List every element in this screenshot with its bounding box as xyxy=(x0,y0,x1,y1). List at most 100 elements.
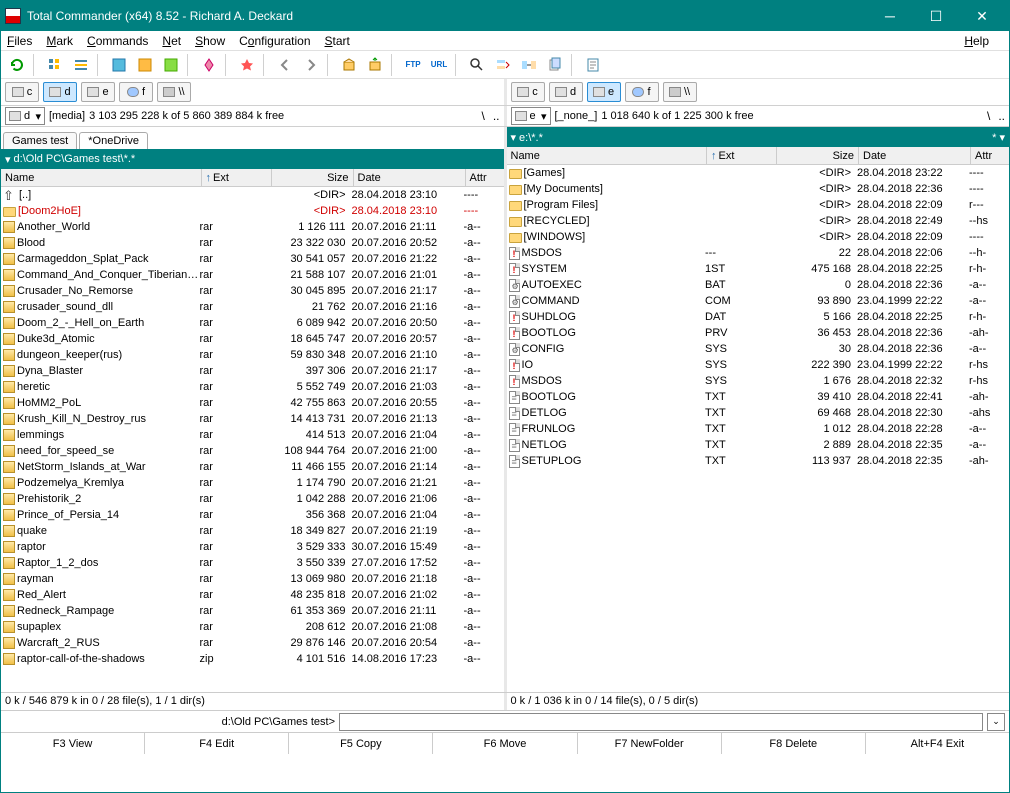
menu-commands[interactable]: Commands xyxy=(87,34,148,48)
col-size[interactable]: Size xyxy=(777,147,859,164)
multirename-icon[interactable] xyxy=(491,54,515,76)
command-input[interactable] xyxy=(339,713,983,731)
brief-view-icon[interactable] xyxy=(43,54,67,76)
file-row[interactable]: NETLOGTXT2 88928.04.2018 22:35-a-- xyxy=(507,437,1010,453)
file-row[interactable]: [My Documents]<DIR>28.04.2018 22:36---- xyxy=(507,181,1010,197)
drive-network-button[interactable]: \\ xyxy=(157,82,191,102)
refresh-icon[interactable] xyxy=(5,54,29,76)
ftp-icon[interactable]: FTP xyxy=(401,54,425,76)
drive-network-button[interactable]: \\ xyxy=(663,82,697,102)
file-row[interactable]: Carmageddon_Splat_Packrar30 541 05720.07… xyxy=(1,251,504,267)
menu-help[interactable]: Help xyxy=(964,34,989,48)
file-row[interactable]: need_for_speed_serar108 944 76420.07.201… xyxy=(1,443,504,459)
tree-icon[interactable] xyxy=(133,54,157,76)
drive-c-button[interactable]: c xyxy=(511,82,545,102)
drive-e-button[interactable]: e xyxy=(587,82,621,102)
file-row[interactable]: Doom_2_-_Hell_on_Earthrar6 089 94220.07.… xyxy=(1,315,504,331)
file-row[interactable]: Duke3d_Atomicrar18 645 74720.07.2016 20:… xyxy=(1,331,504,347)
file-row[interactable]: SYSTEM1ST475 16828.04.2018 22:25r-h- xyxy=(507,261,1010,277)
file-row[interactable]: Another_Worldrar1 126 11120.07.2016 21:1… xyxy=(1,219,504,235)
file-row[interactable]: dungeon_keeper(rus)rar59 830 34820.07.20… xyxy=(1,347,504,363)
drive-f-button[interactable]: f xyxy=(625,82,659,102)
left-path-bar[interactable]: ▾d:\Old PC\Games test\*.* xyxy=(1,149,504,169)
file-row[interactable]: raptor-call-of-the-shadowszip4 101 51614… xyxy=(1,651,504,667)
f4-edit-button[interactable]: F4 Edit xyxy=(145,733,289,754)
col-attr[interactable]: Attr xyxy=(466,169,504,186)
file-row[interactable]: Raptor_1_2_dosrar3 550 33927.07.2016 17:… xyxy=(1,555,504,571)
maximize-button[interactable]: ☐ xyxy=(913,1,959,31)
star-icon[interactable] xyxy=(235,54,259,76)
file-row[interactable]: COMMANDCOM93 89023.04.1999 22:22-a-- xyxy=(507,293,1010,309)
full-view-icon[interactable] xyxy=(69,54,93,76)
invert-icon[interactable] xyxy=(197,54,221,76)
menu-start[interactable]: Start xyxy=(325,34,350,48)
file-row[interactable]: [..]<DIR>28.04.2018 23:10---- xyxy=(1,187,504,203)
file-row[interactable]: NetStorm_Islands_at_Warrar11 466 15520.0… xyxy=(1,459,504,475)
file-row[interactable]: MSDOSSYS1 67628.04.2018 22:32r-hs xyxy=(507,373,1010,389)
file-row[interactable]: [Games]<DIR>28.04.2018 23:22---- xyxy=(507,165,1010,181)
file-row[interactable]: Prehistorik_2rar1 042 28820.07.2016 21:0… xyxy=(1,491,504,507)
file-row[interactable]: lemmingsrar414 51320.07.2016 21:04-a-- xyxy=(1,427,504,443)
col-name[interactable]: Name xyxy=(507,147,708,164)
tab-games-test[interactable]: Games test xyxy=(3,132,77,149)
f8-delete-button[interactable]: F8 Delete xyxy=(722,733,866,754)
col-size[interactable]: Size xyxy=(272,169,354,186)
root-button[interactable]: \ xyxy=(987,109,990,123)
drive-d-button[interactable]: d xyxy=(549,82,583,102)
f6-move-button[interactable]: F6 Move xyxy=(433,733,577,754)
col-date[interactable]: Date xyxy=(859,147,971,164)
right-path-bar[interactable]: ▾e:\*.** ▾ xyxy=(507,127,1010,147)
menu-configuration[interactable]: Configuration xyxy=(239,34,310,48)
file-row[interactable]: [RECYCLED]<DIR>28.04.2018 22:49--hs xyxy=(507,213,1010,229)
f5-copy-button[interactable]: F5 Copy xyxy=(289,733,433,754)
file-row[interactable]: Command_And_Conquer_Tiberian_D..rar21 58… xyxy=(1,267,504,283)
file-row[interactable]: raptorrar3 529 33330.07.2016 15:49-a-- xyxy=(1,539,504,555)
f7-newfolder-button[interactable]: F7 NewFolder xyxy=(578,733,722,754)
drive-e-button[interactable]: e xyxy=(81,82,115,102)
right-file-list[interactable]: [Games]<DIR>28.04.2018 23:22----[My Docu… xyxy=(507,165,1010,692)
file-row[interactable]: Podzemelya_Kremlyarar1 174 79020.07.2016… xyxy=(1,475,504,491)
thumbnails-icon[interactable] xyxy=(107,54,131,76)
col-name[interactable]: Name xyxy=(1,169,202,186)
menu-files[interactable]: Files xyxy=(7,34,32,48)
file-row[interactable]: IOSYS222 39023.04.1999 22:22r-hs xyxy=(507,357,1010,373)
command-history-button[interactable]: ⌄ xyxy=(987,713,1005,731)
file-row[interactable]: BOOTLOGPRV36 45328.04.2018 22:36-ah- xyxy=(507,325,1010,341)
file-row[interactable]: MSDOS---2228.04.2018 22:06--h- xyxy=(507,245,1010,261)
file-row[interactable]: supaplexrar208 61220.07.2016 21:08-a-- xyxy=(1,619,504,635)
file-row[interactable]: AUTOEXECBAT028.04.2018 22:36-a-- xyxy=(507,277,1010,293)
file-row[interactable]: Red_Alertrar48 235 81820.07.2016 21:02-a… xyxy=(1,587,504,603)
file-row[interactable]: Crusader_No_Remorserar30 045 89520.07.20… xyxy=(1,283,504,299)
file-row[interactable]: SUHDLOGDAT5 16628.04.2018 22:25r-h- xyxy=(507,309,1010,325)
file-row[interactable]: Dyna_Blasterrar397 30620.07.2016 21:17-a… xyxy=(1,363,504,379)
drive-d-button[interactable]: d xyxy=(43,82,77,102)
root-button[interactable]: \ xyxy=(481,109,484,123)
file-row[interactable]: SETUPLOGTXT113 93728.04.2018 22:35-ah- xyxy=(507,453,1010,469)
back-icon[interactable] xyxy=(273,54,297,76)
file-row[interactable]: quakerar18 349 82720.07.2016 21:19-a-- xyxy=(1,523,504,539)
file-row[interactable]: [Doom2HoE]<DIR>28.04.2018 23:10---- xyxy=(1,203,504,219)
copy-names-icon[interactable] xyxy=(543,54,567,76)
file-row[interactable]: Redneck_Rampagerar61 353 36920.07.2016 2… xyxy=(1,603,504,619)
menu-mark[interactable]: Mark xyxy=(46,34,73,48)
file-row[interactable]: DETLOGTXT69 46828.04.2018 22:30-ahs xyxy=(507,405,1010,421)
col-ext[interactable]: ↑Ext xyxy=(202,169,272,186)
tab-onedrive[interactable]: *OneDrive xyxy=(79,132,148,149)
file-row[interactable]: [WINDOWS]<DIR>28.04.2018 22:09---- xyxy=(507,229,1010,245)
forward-icon[interactable] xyxy=(299,54,323,76)
all-files-icon[interactable] xyxy=(159,54,183,76)
minimize-button[interactable]: ─ xyxy=(867,1,913,31)
file-row[interactable]: crusader_sound_dllrar21 76220.07.2016 21… xyxy=(1,299,504,315)
drive-c-button[interactable]: c xyxy=(5,82,39,102)
col-date[interactable]: Date xyxy=(354,169,466,186)
col-attr[interactable]: Attr xyxy=(971,147,1009,164)
notepad-icon[interactable] xyxy=(581,54,605,76)
url-icon[interactable]: URL xyxy=(427,54,451,76)
col-ext[interactable]: ↑Ext xyxy=(707,147,777,164)
right-drive-combo[interactable]: e▾ xyxy=(511,107,551,125)
search-icon[interactable] xyxy=(465,54,489,76)
file-row[interactable]: Prince_of_Persia_14rar356 36820.07.2016 … xyxy=(1,507,504,523)
menu-net[interactable]: Net xyxy=(162,34,181,48)
unpack-icon[interactable] xyxy=(363,54,387,76)
file-row[interactable]: [Program Files]<DIR>28.04.2018 22:09r--- xyxy=(507,197,1010,213)
